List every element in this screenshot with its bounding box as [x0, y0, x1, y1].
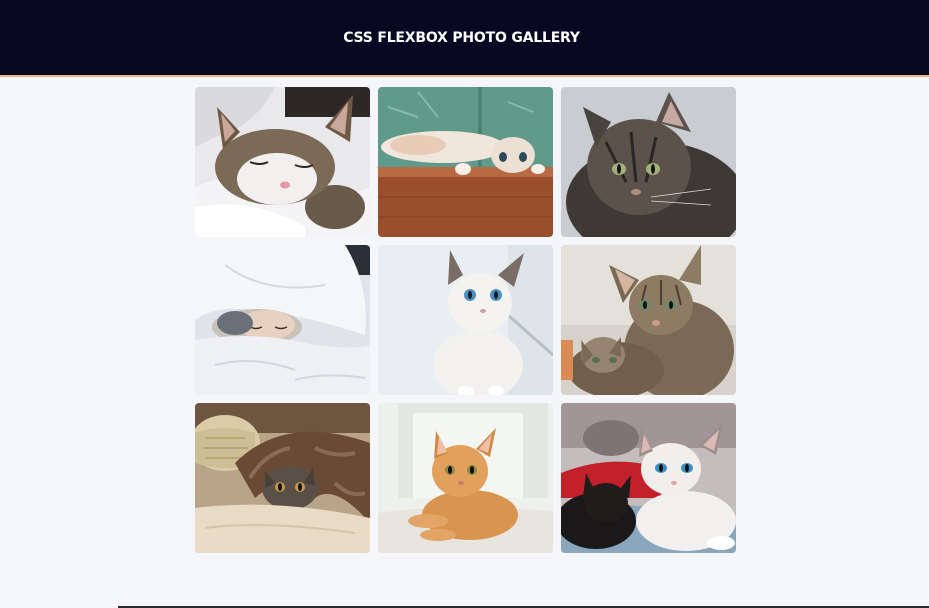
gallery-photo-5[interactable] [378, 245, 553, 395]
page-title: CSS FLEXBOX PHOTO GALLERY [343, 29, 580, 46]
photo-gallery [195, 87, 736, 553]
photo-kitten-on-floor [378, 87, 553, 237]
gallery-photo-4[interactable] [195, 245, 370, 395]
photo-ginger-kitten [378, 403, 553, 553]
gallery-photo-9[interactable] [561, 403, 736, 553]
photo-two-tabby-kittens [561, 245, 736, 395]
photo-grey-tabby-cat [561, 87, 736, 237]
gallery-photo-3[interactable] [561, 87, 736, 237]
photo-white-kitten [378, 245, 553, 395]
photo-black-and-white-kittens [561, 403, 736, 553]
photo-kitten-under-blanket [195, 403, 370, 553]
gallery-photo-2[interactable] [378, 87, 553, 237]
gallery-photo-6[interactable] [561, 245, 736, 395]
page-header: CSS FLEXBOX PHOTO GALLERY [0, 0, 929, 77]
gallery-photo-1[interactable] [195, 87, 370, 237]
photo-kitten-under-duvet [195, 245, 370, 395]
gallery-photo-8[interactable] [378, 403, 553, 553]
photo-sleeping-tabby-kitten [195, 87, 370, 237]
gallery-photo-7[interactable] [195, 403, 370, 553]
